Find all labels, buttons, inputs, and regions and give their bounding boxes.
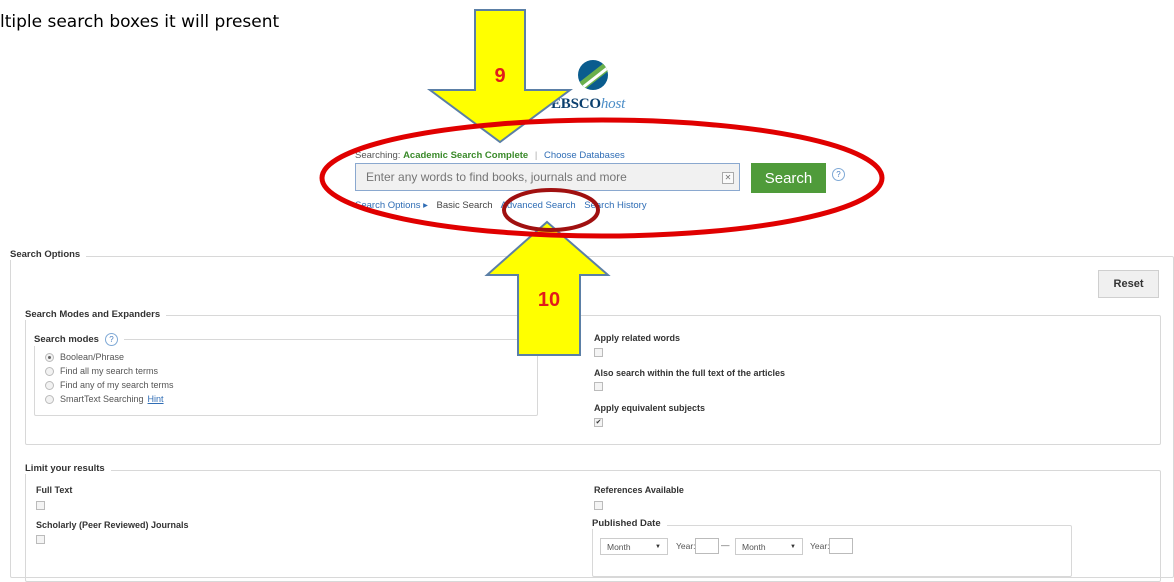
searching-line: Searching: Academic Search Complete | Ch… [355,150,625,161]
clear-icon[interactable]: ✕ [722,172,734,184]
expander-equivalent-subjects-label: Apply equivalent subjects [594,403,706,413]
end-month-value: Month [742,542,766,552]
search-options-link[interactable]: Search Options ▸ [355,200,428,211]
radio-icon[interactable] [45,366,54,376]
mode-label: Find all my search terms [60,366,159,376]
search-options-title: Search Options [10,249,87,260]
search-modes-label: Search modes [34,334,99,345]
full-text-label: Full Text [36,485,73,495]
scholarly-label: Scholarly (Peer Reviewed) Journals [36,520,189,530]
search-modes-header: Search modes ? [34,333,124,346]
down-arrow-annotation [426,9,574,144]
search-modes-help-icon[interactable]: ? [104,333,118,346]
limit-results-title: Limit your results [25,463,111,474]
expander-full-text-label: Also search within the full text of the … [594,368,786,378]
searching-label: Searching: [355,150,401,161]
references-available-label: References Available [594,485,684,495]
logo-host: host [600,96,626,112]
search-button[interactable]: Search [751,163,826,193]
search-modes-panel [34,339,538,416]
arrow-label-9: 9 [494,65,505,87]
expander-full-text-checkbox[interactable] [594,382,603,391]
logo-ebsco: EBSCO [551,96,601,112]
end-month-select[interactable]: Month ▼ [735,538,803,555]
mode-label: SmartText Searching [60,394,144,404]
advanced-search-link[interactable]: Advanced Search [501,200,576,211]
date-range-dash: — [721,540,730,550]
mode-boolean-phrase[interactable]: Boolean/Phrase [45,352,124,362]
mode-smarttext[interactable]: SmartText Searching Hint [45,394,164,404]
document-text: ltiple search boxes it will present [0,12,280,32]
ebsco-logo-text: EBSCOhost [551,96,625,113]
radio-icon[interactable] [45,394,54,404]
scholarly-checkbox[interactable] [36,535,45,544]
expander-related-words-label: Apply related words [594,333,681,343]
selected-database: Academic Search Complete [403,150,529,161]
radio-icon[interactable] [45,352,54,362]
chevron-down-icon: ▼ [790,544,796,550]
mode-label: Boolean/Phrase [60,352,125,362]
start-month-value: Month [607,542,631,552]
hint-link[interactable]: Hint [148,394,164,404]
start-month-select[interactable]: Month ▼ [600,538,668,555]
ebsco-logo-icon [578,60,608,90]
end-year-input[interactable] [829,538,853,554]
references-available-checkbox[interactable] [594,501,603,510]
expander-related-words-checkbox[interactable] [594,348,603,357]
mode-find-all[interactable]: Find all my search terms [45,366,158,376]
full-text-checkbox[interactable] [36,501,45,510]
mode-label: Find any of my search terms [60,380,174,390]
choose-databases-link[interactable]: Choose Databases [544,150,625,161]
radio-icon[interactable] [45,380,54,390]
start-year-input[interactable] [695,538,719,554]
chevron-down-icon: ▼ [655,544,661,550]
search-history-link[interactable]: Search History [584,200,646,211]
help-icon[interactable]: ? [832,168,845,181]
reset-button[interactable]: Reset [1098,270,1159,298]
search-sublinks: Search Options ▸ Basic Search Advanced S… [355,200,653,211]
separator: | [534,150,538,161]
modes-expanders-title: Search Modes and Expanders [25,309,167,320]
basic-search-link[interactable]: Basic Search [437,200,493,211]
mode-find-any[interactable]: Find any of my search terms [45,380,174,390]
start-year-label: Year: [676,541,696,551]
end-year-label: Year: [810,541,830,551]
search-box [355,163,740,191]
search-input[interactable] [356,164,706,190]
published-date-title: Published Date [592,518,667,529]
expander-equivalent-subjects-checkbox[interactable]: ✔ [594,418,603,427]
